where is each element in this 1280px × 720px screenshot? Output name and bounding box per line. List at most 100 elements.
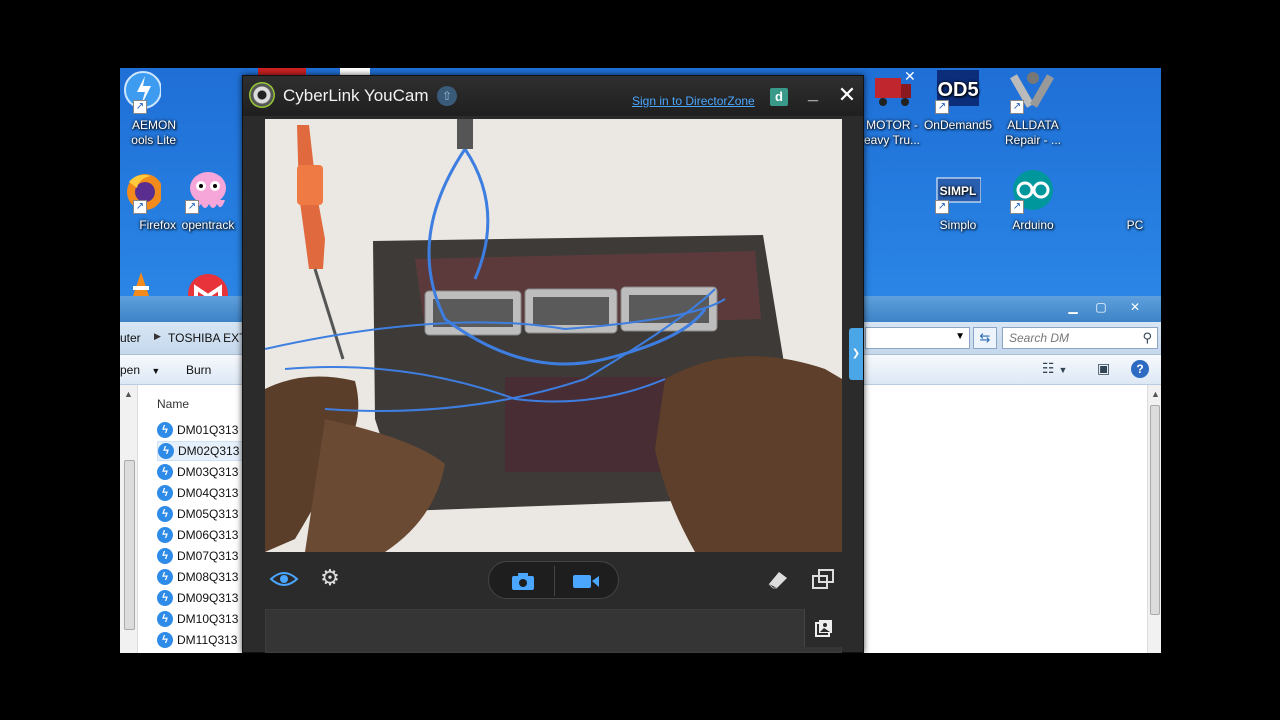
file-type-icon: ϟ [157,569,173,585]
file-row[interactable]: ϟ DM07Q313 [157,546,243,566]
capture-mode-group [488,561,619,599]
eraser-icon[interactable] [765,568,789,590]
shortcut-arrow-icon: ↗ [1010,100,1024,114]
open-button[interactable]: pen ▼ [120,363,160,377]
file-name: DM08Q313 [177,570,239,584]
video-camera-icon[interactable] [572,571,600,591]
right-scrollbar[interactable]: ▲ [1147,385,1161,653]
file-type-icon: ϟ [157,485,173,501]
file-name: DM04Q313 [177,486,239,500]
breadcrumb-separator-icon[interactable]: ▶ [154,331,161,342]
help-button[interactable]: ? [1131,360,1149,378]
explorer-maximize-button[interactable]: ▢ [1087,298,1115,316]
desktop-icon-daemon-tools[interactable]: ↗ AEMON ools Lite [120,68,176,148]
pc-icon [1125,168,1145,214]
explorer-close-button[interactable]: ✕ [1115,298,1155,316]
file-name: DM11Q313 [177,633,238,647]
file-row[interactable]: ϟ DM05Q313 [157,504,243,524]
file-name: DM07Q313 [177,549,239,563]
scroll-up-icon[interactable]: ▲ [124,389,133,399]
preview-pane-icon[interactable]: ▣ [1097,360,1110,377]
file-type-icon: ϟ [157,464,173,480]
file-name: DM06Q313 [177,528,239,542]
desktop-icon-opentrack[interactable]: ↗ opentrack [170,168,246,233]
gear-icon[interactable]: ⚙ [318,566,342,590]
refresh-button[interactable]: ⇆ [973,327,997,349]
daemon-tools-icon: ↗ [120,68,162,114]
address-dropdown[interactable]: ▼ [865,327,970,349]
svg-text:OD5: OD5 [937,79,978,101]
burn-button[interactable]: Burn [186,363,211,377]
directorzone-icon[interactable]: d [770,88,788,106]
desktop-icon-firefox[interactable]: ↗ Firefox [120,168,176,233]
shortcut-arrow-icon: ↗ [935,100,949,114]
directorzone-signin-link[interactable]: Sign in to DirectorZone [632,94,755,108]
upload-icon[interactable]: ⇧ [437,86,457,106]
file-name: DM05Q313 [177,507,239,521]
alldata-icon: ↗ [1010,68,1056,114]
file-row[interactable]: ϟ DM11Q313 [157,630,243,650]
file-type-icon: ϟ [157,422,173,438]
shortcut-arrow-icon: ↗ [133,200,147,214]
desktop-icon-simplo[interactable]: SIMPL ↗ Simplo [920,168,996,233]
svg-text:SIMPL: SIMPL [940,184,977,198]
capture-tray [265,609,842,653]
webcam-feed-image [265,119,842,552]
desktop-icon-alldata[interactable]: ↗ ALLDATA Repair - ... [995,68,1071,148]
breadcrumb-toshiba[interactable]: TOSHIBA EXT [168,331,246,345]
file-name: DM10Q313 [177,612,239,626]
chevron-down-icon: ▼ [151,366,161,376]
file-name: DM02Q313 [178,444,240,458]
youcam-logo-icon [249,82,275,108]
file-type-icon: ϟ [157,632,173,648]
window-title: CyberLink YouCam [283,86,429,105]
file-type-icon: ϟ [157,548,173,564]
file-type-icon: ϟ [158,443,174,459]
desktop-icon-arduino[interactable]: ↗ Arduino [995,168,1071,233]
file-row[interactable]: ϟ DM10Q313 [157,609,243,629]
file-name: DM01Q313 [177,423,239,437]
right-scrollbar-thumb[interactable] [1150,405,1160,615]
view-options-icon[interactable]: ☷ ▼ [1042,360,1067,377]
file-row[interactable]: ϟ DM06Q313 [157,525,243,545]
file-row[interactable]: ϟ DM03Q313 [157,462,243,482]
file-row[interactable]: ϟ DM08Q313 [157,567,243,587]
column-header-name[interactable]: Name [157,397,189,411]
close-button[interactable]: ✕ [836,84,858,106]
shortcut-arrow-icon: ↗ [1010,200,1024,214]
camera-icon[interactable] [511,571,535,591]
desktop-icon-ondemand5[interactable]: OD5 ↗ OnDemand5 [920,68,996,133]
opentrack-icon: ↗ [185,168,231,214]
file-row[interactable]: ϟ DM04Q313 [157,483,243,503]
shortcut-arrow-icon: ↗ [935,200,949,214]
search-icon[interactable]: ⚲ [1142,330,1152,346]
shortcut-arrow-icon: ↗ [133,100,147,114]
firefox-icon: ↗ [120,168,163,214]
left-scrollbar[interactable]: ▲ [120,385,138,653]
minimize-button[interactable]: _ [803,84,823,105]
eye-icon[interactable] [269,569,299,589]
window-mode-icon[interactable] [811,568,835,590]
simplo-icon: SIMPL ↗ [935,168,982,214]
file-type-icon: ϟ [157,611,173,627]
desktop-icon-pc[interactable]: PC [1115,168,1155,233]
close-icon[interactable]: ✕ [904,68,916,85]
chevron-down-icon[interactable]: ▼ [955,331,965,342]
file-row[interactable]: ϟ DM01Q313 [157,420,243,440]
side-panel-toggle[interactable]: ❯ [849,328,863,380]
explorer-minimize-button[interactable]: ▁ [1059,298,1087,316]
file-row[interactable]: ϟ DM02Q313 [157,441,243,461]
left-scrollbar-thumb[interactable] [124,460,135,630]
ondemand5-icon: OD5 ↗ [935,68,981,114]
youcam-title-bar: CyberLink YouCam ⇧ Sign in to DirectorZo… [243,76,863,116]
file-type-icon: ϟ [157,506,173,522]
arduino-icon: ↗ [1010,168,1056,214]
file-type-icon: ϟ [157,590,173,606]
breadcrumb-computer[interactable]: uter [120,331,141,345]
desktop-icon-motor[interactable]: MOTOR - eavy Tru... [854,68,930,148]
file-row[interactable]: ϟ DM09Q313 [157,588,243,608]
open-gallery-icon[interactable] [804,609,842,647]
search-input[interactable]: Search DM ⚲ [1002,327,1158,349]
scroll-up-icon[interactable]: ▲ [1151,389,1160,399]
camera-preview [265,119,842,552]
